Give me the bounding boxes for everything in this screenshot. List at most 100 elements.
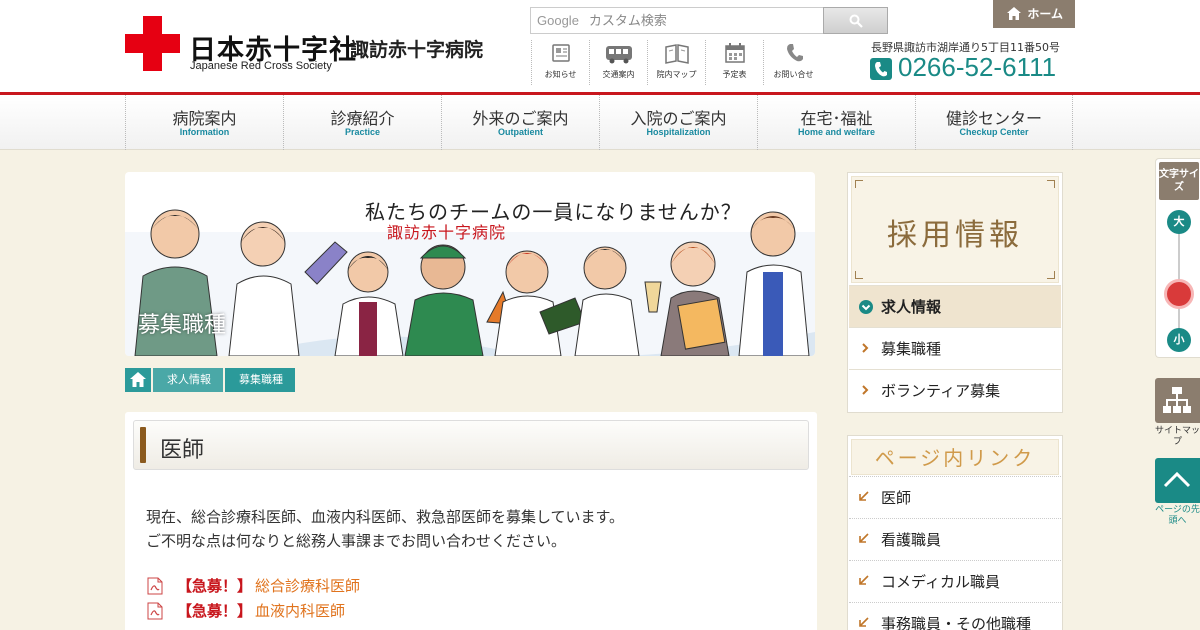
sitemap-icon (1163, 387, 1191, 413)
sitemap-icon-box (1155, 378, 1200, 423)
quick-link-label: お問い合せ (773, 70, 814, 79)
phone-number-text: 0266-52-6111 (898, 52, 1057, 82)
intro-text: 現在、総合診療科医師、血液内科医師、救急部医師を募集しています。 (146, 508, 625, 526)
nav-label-jp: 外来のご案内 (472, 109, 569, 128)
breadcrumb: 求人情報 募集職種 (125, 368, 295, 392)
urgent-tag: 【急募！】 (177, 577, 253, 595)
sidebar-item-volunteer[interactable]: ボランティア募集 (849, 369, 1061, 411)
page-link-office-staff[interactable]: 事務職員・その他職種 (849, 602, 1061, 630)
nav-item-checkup-center[interactable]: 健診センター Checkup Center (915, 95, 1073, 150)
nav-label-en: Outpatient (498, 127, 543, 137)
nav-label-jp: 診療紹介 (330, 109, 395, 128)
quick-link-news[interactable]: お知らせ (531, 40, 589, 85)
quick-link-schedule[interactable]: 予定表 (705, 40, 763, 85)
search-button[interactable] (823, 7, 888, 34)
breadcrumb-home[interactable] (125, 368, 151, 392)
nav-label-en: Practice (344, 127, 381, 137)
search-input[interactable]: Google カスタム検索 (530, 7, 824, 34)
hospital-name[interactable]: 諏訪赤十字病院 (350, 35, 483, 62)
breadcrumb-current: 募集職種 (225, 368, 295, 392)
hero-subtitle: 諏訪赤十字病院 (387, 223, 507, 242)
nav-label-en: Home and welfare (797, 127, 876, 137)
page-links-title: ページ内リンク (851, 439, 1059, 475)
font-size-slider-handle[interactable] (1164, 279, 1194, 309)
section-heading-text: 医師 (160, 438, 205, 463)
recruit-title-box: 採用情報 (851, 176, 1059, 283)
home-button[interactable]: ホーム (993, 0, 1075, 28)
home-label: ホーム (1027, 7, 1063, 21)
job-link[interactable]: 血液内科医師 (255, 600, 345, 621)
global-nav: 病院案内 Information 診療紹介 Practice 外来のご案内 Outpa… (0, 95, 1200, 150)
font-size-widget: 文字サイズ 大 小 (1155, 158, 1200, 358)
nav-item-hospitalization[interactable]: 入院のご案内 Hospitalization (599, 95, 757, 150)
nav-label-jp: 健診センター (945, 109, 1042, 128)
section-heading: 医師 (133, 420, 809, 470)
home-icon (1007, 7, 1021, 20)
bus-icon (605, 46, 632, 64)
quick-link-label: 予定表 (722, 70, 747, 79)
back-to-top-icon-box (1155, 458, 1200, 503)
hero-banner: 私たちのチームの一員になりませんか？ 諏訪赤十字病院 募集職種 (125, 172, 815, 356)
nav-label-jp: 入院のご案内 (630, 109, 727, 128)
map-icon (664, 44, 689, 64)
google-brand: Google (537, 13, 579, 28)
font-size-large-button[interactable]: 大 (1167, 210, 1191, 234)
sidebar-item-label: 募集職種 (881, 340, 942, 358)
arrow-down-left-icon (859, 533, 869, 543)
nav-item-outpatient[interactable]: 外来のご案内 Outpatient (441, 95, 599, 150)
nav-item-information[interactable]: 病院案内 Information (125, 95, 283, 150)
nav-label-en: Checkup Center (959, 127, 1029, 137)
quick-link-label: 院内マップ (656, 70, 697, 79)
font-size-label: 文字サイズ (1159, 162, 1199, 200)
calendar-icon (724, 43, 745, 63)
chevron-right-icon (862, 343, 869, 353)
sitemap-button[interactable]: サイトマップ (1155, 378, 1200, 450)
quick-link-access[interactable]: 交通案内 (589, 40, 647, 85)
pdf-icon (147, 602, 163, 620)
chevron-up-icon (1163, 471, 1191, 488)
home-icon (130, 372, 146, 387)
page-link-label: 看護職員 (881, 531, 942, 549)
nav-item-home-welfare[interactable]: 在宅･福祉 Home and welfare (757, 95, 915, 150)
hero-title: 募集職種 (138, 313, 227, 338)
back-to-top-button[interactable]: ページの先頭へ (1155, 458, 1200, 528)
arrow-down-left-icon (859, 575, 869, 585)
corner-ornament (1047, 180, 1055, 188)
sitemap-label: サイトマップ (1155, 426, 1200, 447)
site-header: 日本赤十字社 Japanese Red Cross Society 諏訪赤十字病… (0, 0, 1200, 92)
corner-ornament (1047, 271, 1055, 279)
pdf-icon (147, 577, 163, 595)
sidebar-item-label: 求人情報 (881, 298, 942, 316)
job-link[interactable]: 総合診療科医師 (255, 575, 360, 596)
nav-item-practice[interactable]: 診療紹介 Practice (283, 95, 441, 150)
corner-ornament (855, 180, 863, 188)
red-cross-logo-icon[interactable] (125, 16, 180, 71)
nav-label-en: Information (179, 127, 230, 137)
page-link-nursing[interactable]: 看護職員 (849, 518, 1061, 560)
circle-arrow-down-icon (859, 300, 873, 314)
sidebar-item-label: ボランティア募集 (881, 382, 1001, 400)
breadcrumb-item[interactable]: 求人情報 (153, 368, 223, 392)
font-size-small-button[interactable]: 小 (1167, 328, 1191, 352)
page-links-sidebar: ページ内リンク 医師 看護職員 コメディカル職員 事務職員・その他職種 (847, 435, 1063, 630)
sidebar-item-job-info[interactable]: 求人情報 (849, 285, 1061, 327)
quick-link-contact[interactable]: お問い合せ (763, 40, 823, 85)
urgent-tag: 【急募！】 (177, 602, 253, 620)
page-link-doctor[interactable]: 医師 (849, 476, 1061, 518)
sidebar-item-positions[interactable]: 募集職種 (849, 327, 1061, 369)
nav-label-jp: 在宅･福祉 (800, 109, 873, 128)
quick-link-floor-map[interactable]: 院内マップ (647, 40, 705, 85)
back-to-top-label: ページの先頭へ (1155, 505, 1200, 526)
page-link-label: 医師 (881, 489, 912, 507)
chevron-right-icon (862, 385, 869, 395)
nav-label-jp: 病院案内 (172, 109, 237, 128)
page-link-comedical[interactable]: コメディカル職員 (849, 560, 1061, 602)
search-form: Google カスタム検索 (530, 7, 888, 34)
page-link-label: 事務職員・その他職種 (881, 615, 1032, 630)
search-placeholder: カスタム検索 (588, 14, 667, 29)
arrow-down-left-icon (859, 617, 869, 627)
phone-icon (786, 44, 803, 62)
quick-link-label: 交通案内 (602, 70, 635, 79)
search-icon (849, 14, 863, 28)
arrow-down-left-icon (859, 491, 869, 501)
